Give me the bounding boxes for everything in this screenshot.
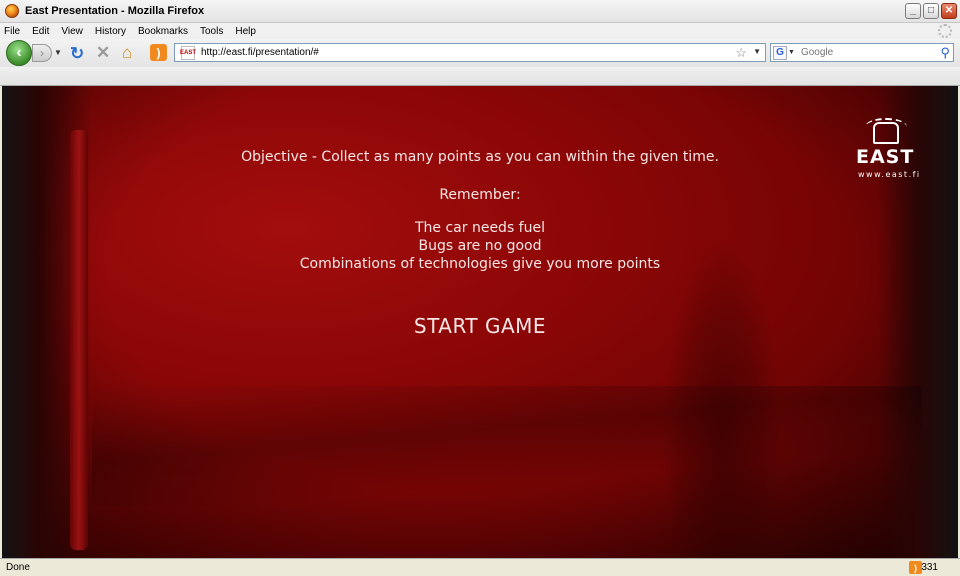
logo-word: EAST [856, 146, 915, 168]
bookmarks-toolbar [0, 67, 960, 86]
window-controls: _ □ ✕ [905, 3, 957, 19]
status-text: Done [6, 562, 30, 573]
back-icon: ‹ [16, 44, 22, 61]
rule-item: Combinations of technologies give you mo… [299, 256, 661, 272]
menu-bookmarks[interactable]: Bookmarks [138, 26, 188, 37]
start-game-button[interactable]: START GAME [414, 314, 546, 338]
forward-icon: › [40, 46, 44, 60]
forward-button[interactable]: › [32, 44, 52, 62]
stop-button[interactable]: ✕ [96, 43, 110, 63]
rss-status-icon[interactable]: ) [909, 561, 922, 574]
site-favicon-icon: EAST [180, 45, 196, 60]
url-dropdown-icon[interactable]: ▼ [753, 47, 761, 56]
menu-bar: File Edit View History Bookmarks Tools H… [0, 23, 960, 39]
reload-icon: ↻ [70, 44, 85, 63]
rules-list: The car needs fuel Bugs are no good Comb… [2, 219, 958, 273]
fist-icon [865, 118, 907, 144]
close-button[interactable]: ✕ [941, 3, 957, 19]
engine-dropdown-icon[interactable]: ▼ [788, 49, 795, 56]
menu-history[interactable]: History [95, 26, 126, 37]
logo-url: www.east.fi [858, 170, 921, 179]
maximize-button[interactable]: □ [923, 3, 939, 19]
rule-item: The car needs fuel [414, 220, 545, 236]
menu-tools[interactable]: Tools [200, 26, 223, 37]
menu-view[interactable]: View [61, 26, 83, 37]
status-count: 331 [921, 562, 938, 573]
url-bar[interactable]: EAST http://east.fi/presentation/# ☆ ▼ [174, 43, 766, 62]
rss-button[interactable]: ) [150, 44, 167, 61]
window-title: East Presentation - Mozilla Firefox [25, 5, 205, 17]
statue-silhouette [662, 236, 782, 558]
firefox-icon [5, 4, 19, 18]
star-icon[interactable]: ☆ [735, 45, 747, 61]
search-bar[interactable]: G ▼ ⚲ [770, 43, 954, 62]
home-icon: ⌂ [122, 43, 133, 62]
objective-text: Objective - Collect as many points as yo… [241, 149, 719, 165]
throbber-icon [938, 24, 952, 38]
paper-fold [92, 386, 922, 506]
status-bar: Done ) 331 [0, 558, 960, 576]
east-logo[interactable]: EAST www.east.fi [852, 118, 922, 184]
menu-edit[interactable]: Edit [32, 26, 49, 37]
remember-heading: Remember: [439, 187, 521, 203]
back-button[interactable]: ‹ [6, 40, 32, 66]
reload-button[interactable]: ↻ [70, 44, 84, 64]
menu-help[interactable]: Help [235, 26, 256, 37]
home-button[interactable]: ⌂ [122, 43, 132, 63]
rule-item: Bugs are no good [418, 238, 542, 254]
page-content: Objective - Collect as many points as yo… [2, 86, 958, 558]
google-engine-icon[interactable]: G [773, 45, 787, 60]
url-text[interactable]: http://east.fi/presentation/# [201, 47, 319, 58]
minimize-button[interactable]: _ [905, 3, 921, 19]
history-dropdown-icon[interactable]: ▼ [54, 48, 62, 57]
start-game-container: START GAME [2, 314, 958, 338]
stop-icon: ✕ [96, 43, 111, 62]
window-title-bar: East Presentation - Mozilla Firefox _ □ … [0, 0, 960, 23]
search-input[interactable] [800, 47, 931, 58]
rss-icon: ) [156, 45, 161, 60]
search-icon[interactable]: ⚲ [940, 45, 950, 61]
menu-file[interactable]: File [4, 26, 20, 37]
